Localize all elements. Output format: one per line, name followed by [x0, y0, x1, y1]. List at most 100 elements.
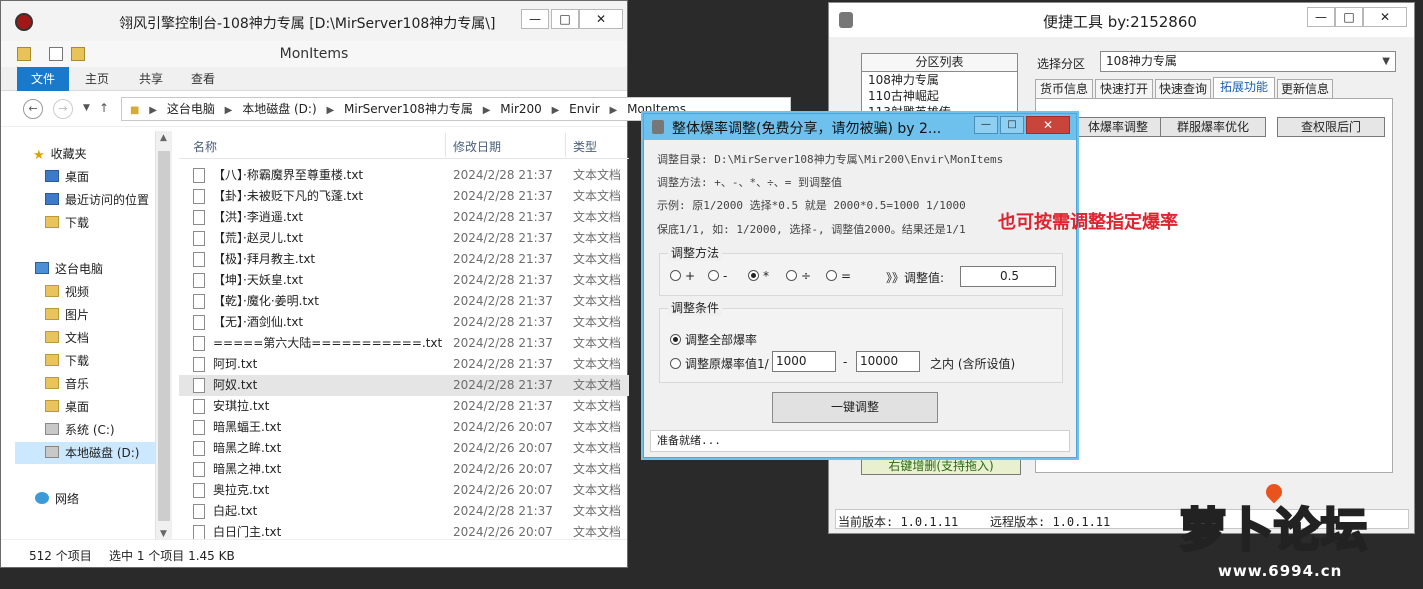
file-row[interactable]: 白起.txt 2024/2/28 21:37 文本文档	[179, 501, 629, 522]
op-sub-radio[interactable]: -	[708, 269, 727, 283]
tab-quick-query[interactable]: 快速查询	[1155, 79, 1211, 99]
right-click-edit-button[interactable]: 右键增删(支持拖入)	[861, 457, 1021, 475]
up-arrow-icon[interactable]: ↑	[99, 101, 109, 115]
file-row[interactable]: 【极】·拜月教主.txt 2024/2/28 21:37 文本文档	[179, 249, 629, 270]
file-row[interactable]: 【荒】·赵灵儿.txt 2024/2/28 21:37 文本文档	[179, 228, 629, 249]
file-row[interactable]: 【坤】·天妖皇.txt 2024/2/28 21:37 文本文档	[179, 270, 629, 291]
column-name[interactable]: 名称	[193, 138, 217, 155]
maximize-button[interactable]: □	[551, 9, 579, 29]
nav-this-pc[interactable]: 这台电脑	[35, 258, 103, 280]
nav-music[interactable]: 音乐	[45, 373, 89, 395]
op-mul-radio[interactable]: *	[748, 269, 769, 283]
file-row[interactable]: 暗黑蝠王.txt 2024/2/26 20:07 文本文档	[179, 417, 629, 438]
file-row[interactable]: 暗黑之神.txt 2024/2/26 20:07 文本文档	[179, 459, 629, 480]
dialog-titlebar[interactable]: 整体爆率调整(免费分享，请勿被骗) by 2... — □ ✕	[644, 114, 1076, 140]
scroll-thumb[interactable]	[158, 151, 170, 521]
nav-favorites[interactable]: ★ 收藏夹	[33, 143, 87, 165]
recent-dropdown-icon[interactable]: ▼	[83, 103, 90, 113]
minimize-button[interactable]: —	[974, 116, 998, 134]
file-row[interactable]: 暗黑之眸.txt 2024/2/26 20:07 文本文档	[179, 438, 629, 459]
group-rate-optimize-button[interactable]: 群服爆率优化	[1160, 117, 1266, 137]
maximize-button[interactable]: □	[1335, 7, 1363, 27]
tab-file[interactable]: 文件	[17, 67, 69, 91]
file-row[interactable]: 【八】·称霸魔界至尊重楼.txt 2024/2/28 21:37 文本文档	[179, 165, 629, 186]
breadcrumb-mir200[interactable]: Mir200	[500, 98, 542, 120]
condition-group: 调整条件 调整全部爆率 调整原爆率值1/ 1000 - 10000 之内 (含所…	[659, 299, 1063, 383]
nav-downloads-2[interactable]: 下载	[45, 350, 89, 372]
nav-recent[interactable]: 最近访问的位置	[45, 189, 149, 211]
breadcrumb-this-pc[interactable]: 这台电脑	[167, 98, 215, 120]
file-row[interactable]: 阿奴.txt 2024/2/28 21:37 文本文档	[179, 375, 629, 396]
file-row[interactable]: =====第六大陆===========.txt 2024/2/28 21:37 文…	[179, 333, 629, 354]
nav-network[interactable]: 网络	[35, 488, 79, 510]
radio-label: 调整全部爆率	[685, 333, 758, 347]
column-divider[interactable]	[565, 133, 566, 157]
breadcrumb-envir[interactable]: Envir	[569, 98, 600, 120]
op-eq-radio[interactable]: =	[826, 269, 851, 283]
cond-range-radio[interactable]: 调整原爆率值1/	[670, 355, 769, 372]
nav-desktop-2[interactable]: 桌面	[45, 396, 89, 418]
nav-pictures[interactable]: 图片	[45, 304, 89, 326]
zone-item[interactable]: 110古神崛起	[862, 88, 1017, 104]
minimize-button[interactable]: —	[1307, 7, 1335, 27]
column-date[interactable]: 修改日期	[453, 138, 501, 155]
forward-arrow-icon[interactable]: →	[53, 99, 73, 119]
file-row[interactable]: 【无】·酒剑仙.txt 2024/2/28 21:37 文本文档	[179, 312, 629, 333]
one-click-adjust-button[interactable]: 一键调整	[772, 392, 938, 423]
breadcrumb-drive-d[interactable]: 本地磁盘 (D:)	[242, 98, 316, 120]
tab-home[interactable]: 主页	[73, 67, 121, 91]
file-type: 文本文档	[573, 441, 622, 455]
tab-view[interactable]: 查看	[179, 67, 227, 91]
maximize-button[interactable]: □	[1000, 116, 1024, 134]
tab-quick-open[interactable]: 快速打开	[1095, 79, 1153, 99]
file-name: 白起.txt	[213, 504, 258, 518]
breadcrumb-separator: ▶	[609, 105, 618, 116]
nav-desktop[interactable]: 桌面	[45, 166, 89, 188]
range-to-input[interactable]: 10000	[856, 351, 920, 372]
drop-rate-adjust-button[interactable]: 体爆率调整	[1072, 117, 1164, 137]
scroll-up-icon[interactable]: ▲	[160, 133, 167, 143]
zone-list[interactable]: 分区列表 108神力专属 110古神崛起 113射雕英雄传	[861, 53, 1018, 115]
nav-drive-c[interactable]: 系统 (C:)	[45, 419, 115, 441]
cond-all-radio[interactable]: 调整全部爆率	[670, 331, 757, 348]
file-list-header: 名称 修改日期 类型	[179, 131, 629, 159]
nav-downloads[interactable]: 下载	[45, 212, 89, 234]
tab-extensions[interactable]: 拓展功能	[1213, 77, 1275, 99]
check-backdoor-button[interactable]: 查权限后门	[1277, 117, 1385, 137]
explorer-titlebar[interactable]: 翎风引擎控制台-108神力专属 [D:\MirServer108神力专属\] —…	[1, 1, 627, 41]
adjust-value-input[interactable]: 0.5	[960, 266, 1056, 287]
file-row[interactable]: 阿珂.txt 2024/2/28 21:37 文本文档	[179, 354, 629, 375]
close-button[interactable]: ✕	[1363, 7, 1407, 27]
text-file-icon	[193, 210, 205, 225]
file-row[interactable]: 【乾】·魔化·姜明.txt 2024/2/28 21:37 文本文档	[179, 291, 629, 312]
text-file-icon	[193, 462, 205, 477]
scroll-down-icon[interactable]: ▼	[160, 529, 167, 539]
tab-share[interactable]: 共享	[127, 67, 175, 91]
close-button[interactable]: ✕	[579, 9, 623, 29]
breadcrumb-mirserver[interactable]: MirServer108神力专属	[344, 98, 473, 120]
file-row[interactable]: 安琪拉.txt 2024/2/28 21:37 文本文档	[179, 396, 629, 417]
tool-titlebar[interactable]: 便捷工具 by:2152860 — □ ✕	[829, 3, 1414, 37]
nav-documents[interactable]: 文档	[45, 327, 89, 349]
range-from-input[interactable]: 1000	[772, 351, 836, 372]
close-button[interactable]: ✕	[1026, 116, 1070, 134]
file-row[interactable]: 奥拉克.txt 2024/2/26 20:07 文本文档	[179, 480, 629, 501]
tab-updates[interactable]: 更新信息	[1277, 79, 1333, 99]
minimize-button[interactable]: —	[521, 9, 549, 29]
nav-drive-d[interactable]: 本地磁盘 (D:)	[15, 442, 155, 464]
op-div-radio[interactable]: ÷	[786, 269, 811, 283]
nav-videos[interactable]: 视频	[45, 281, 89, 303]
column-type[interactable]: 类型	[573, 138, 597, 155]
nav-label: 最近访问的位置	[65, 193, 150, 207]
op-add-radio[interactable]: +	[670, 269, 695, 283]
file-row[interactable]: 【卦】·未被贬下凡的飞蓬.txt 2024/2/28 21:37 文本文档	[179, 186, 629, 207]
tab-currency[interactable]: 货币信息	[1035, 79, 1093, 99]
back-arrow-icon[interactable]: ←	[23, 99, 43, 119]
column-divider[interactable]	[445, 133, 446, 157]
nav-scrollbar[interactable]: ▲ ▼	[155, 131, 172, 541]
file-row[interactable]: 【洪】·李逍遥.txt 2024/2/28 21:37 文本文档	[179, 207, 629, 228]
file-date: 2024/2/26 20:07	[453, 441, 553, 455]
zone-select[interactable]: 108神力专属 ▼	[1100, 51, 1396, 72]
zone-item[interactable]: 108神力专属	[862, 72, 1017, 88]
file-type: 文本文档	[573, 315, 622, 329]
